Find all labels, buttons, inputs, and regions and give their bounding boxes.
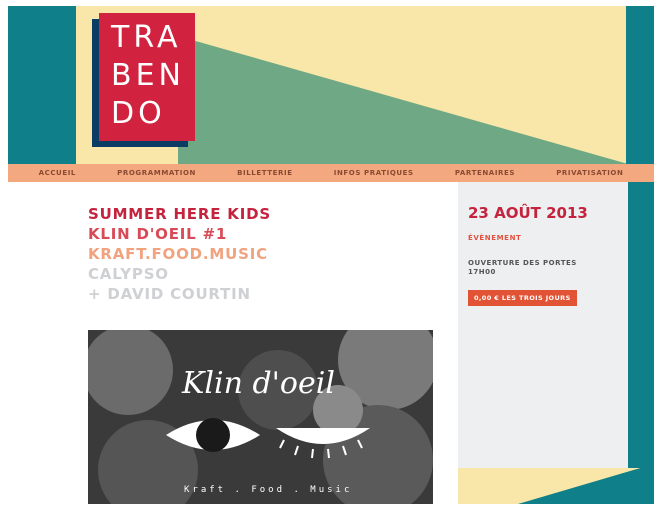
opening-time: 17H00 — [468, 268, 496, 276]
logo-text-line-3: DO — [111, 96, 166, 131]
event-title-line: CALYPSO — [88, 265, 169, 283]
nav-infos-pratiques[interactable]: INFOS PRATIQUES — [334, 169, 414, 177]
page: TRA BEN DO ACCUEIL PROGRAMMATION BILLETT… — [0, 0, 659, 510]
main-nav: ACCUEIL PROGRAMMATION BILLETTERIE INFOS … — [8, 164, 654, 182]
poster-tagline: Kraft . Food . Music — [184, 485, 353, 495]
event-title-line: KRAFT.FOOD.MUSIC — [88, 245, 268, 263]
nav-billetterie[interactable]: BILLETTERIE — [237, 169, 293, 177]
logo-text-line-1: TRA — [111, 20, 182, 55]
event-opening-info: OUVERTURE DES PORTES 17H00 — [468, 259, 628, 277]
poster-title: Klin d'oeil — [182, 366, 335, 401]
logo-text-line-2: BEN — [111, 58, 185, 93]
nav-programmation[interactable]: PROGRAMMATION — [117, 169, 196, 177]
event-poster-image[interactable]: Klin d'oeil Kraft . Food . Music — [88, 330, 433, 504]
event-title-line: + DAVID COURTIN — [88, 285, 251, 303]
price-button[interactable]: 0,00 € LES TROIS JOURS — [468, 290, 577, 306]
event-sidebar: 23 AOÛT 2013 ÉVÈNEMENT OUVERTURE DES POR… — [458, 182, 654, 504]
nav-accueil[interactable]: ACCUEIL — [39, 169, 76, 177]
logo-trabendo[interactable]: TRA BEN DO — [99, 13, 195, 141]
event-category[interactable]: ÉVÈNEMENT — [468, 234, 521, 242]
poster-artwork — [88, 330, 433, 504]
sidebar-corner-graphic — [458, 182, 654, 504]
event-main: SUMMER HERE KIDS KLIN D'OEIL #1 KRAFT.FO… — [8, 182, 458, 504]
nav-partenaires[interactable]: PARTENAIRES — [455, 169, 515, 177]
nav-privatisation[interactable]: PRIVATISATION — [556, 169, 623, 177]
event-title-line: KLIN D'OEIL #1 — [88, 225, 228, 243]
opening-label: OUVERTURE DES PORTES — [468, 259, 577, 267]
event-title-line: SUMMER HERE KIDS — [88, 205, 271, 223]
event-date: 23 AOÛT 2013 — [468, 204, 588, 222]
site-header: TRA BEN DO — [8, 6, 654, 164]
event-title-block: SUMMER HERE KIDS KLIN D'OEIL #1 KRAFT.FO… — [88, 204, 448, 304]
